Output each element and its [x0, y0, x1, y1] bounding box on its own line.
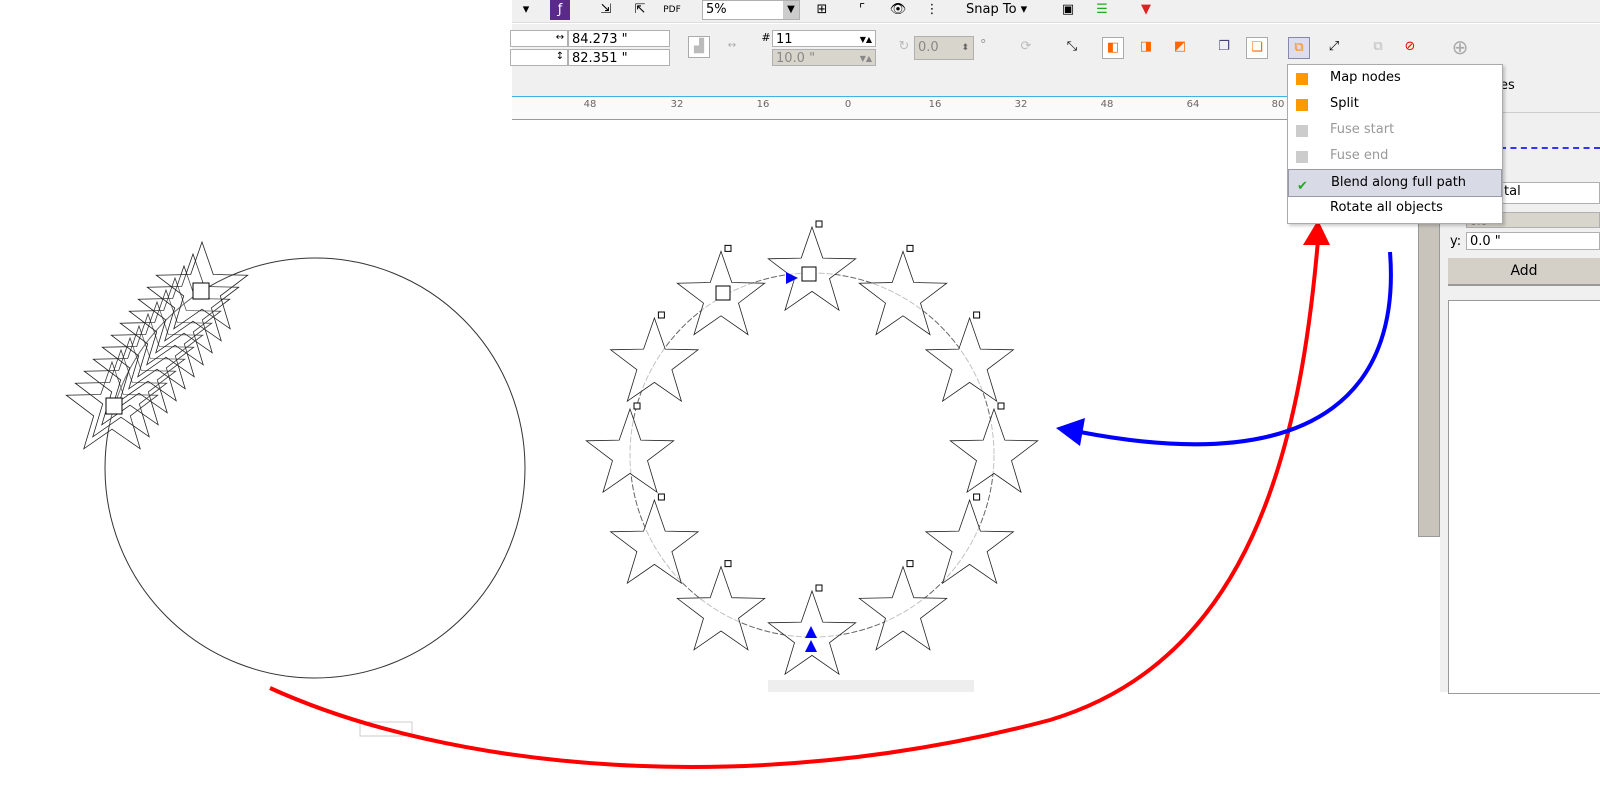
- star-shape: [949, 407, 1039, 494]
- node-handle: [906, 560, 914, 568]
- blend-node-icon: [1296, 125, 1308, 137]
- blue-arrow: [1079, 251, 1393, 447]
- node-handle: [815, 584, 823, 592]
- menu-item-blend-along-full-path[interactable]: ✔ Blend along full path: [1288, 169, 1502, 197]
- node-handle: [973, 493, 981, 501]
- blend-after-group[interactable]: [585, 220, 1039, 676]
- menu-item-rotate-all-objects[interactable]: Rotate all objects: [1288, 195, 1500, 221]
- node-handle: [724, 560, 732, 568]
- node-handle: [657, 493, 665, 501]
- star-shape: [858, 250, 948, 336]
- menu-item-split[interactable]: Split: [1288, 91, 1500, 117]
- blend-before-group[interactable]: [65, 240, 526, 679]
- blend-node-icon: [1296, 73, 1308, 85]
- blend-node-icon: [1296, 151, 1308, 163]
- thumbnail-strip: [768, 680, 974, 692]
- checkmark-icon: ✔: [1297, 179, 1308, 194]
- path-circle: [629, 272, 995, 638]
- star-shape: [609, 498, 700, 585]
- blend-start-handle: [715, 285, 731, 301]
- node-handle: [815, 220, 823, 228]
- blend-start-handle: [105, 397, 123, 415]
- menu-item-fuse-start: Fuse start: [1288, 117, 1500, 143]
- blend-end-handle: [192, 282, 210, 300]
- menu-item-fuse-end: Fuse end: [1288, 143, 1500, 169]
- star-shape: [585, 407, 675, 494]
- node-handle: [906, 244, 914, 252]
- blend-end-handle: [801, 266, 817, 282]
- menu-item-map-nodes[interactable]: Map nodes: [1288, 65, 1500, 91]
- node-handle: [633, 402, 641, 410]
- star-shape: [858, 565, 948, 651]
- star-shape: [609, 316, 700, 403]
- star-shape: [924, 316, 1015, 403]
- node-handle: [973, 311, 981, 319]
- node-handle: [997, 402, 1005, 410]
- node-handle: [657, 311, 665, 319]
- blue-arrowhead: [1056, 418, 1085, 446]
- star-shape: [676, 565, 766, 651]
- blend-node-icon: [1296, 99, 1308, 111]
- star-shape: [924, 498, 1015, 585]
- blend-options-menu: Map nodes Split Fuse start Fuse end ✔ Blend a…: [1287, 64, 1503, 224]
- node-handle: [724, 244, 732, 252]
